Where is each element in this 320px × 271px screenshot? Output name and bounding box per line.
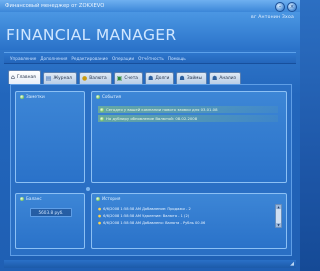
status-bar: [4, 260, 296, 268]
events-box: События Сегодня у вашей компании нового …: [91, 91, 287, 183]
tab-debts[interactable]: ☗ Долги: [144, 72, 175, 84]
app-header: вг Антонин Зхоа FINANCIAL MANAGER: [0, 12, 300, 50]
debts-icon: ☗: [147, 74, 154, 82]
events-header: События: [96, 94, 121, 99]
events-title: События: [102, 94, 122, 99]
close-button[interactable]: ×: [287, 2, 297, 12]
home-panel: Заметки События Сегодня у вашей компании…: [10, 84, 292, 256]
event-item[interactable]: Сегодня у вашей компании нового заявки д…: [98, 106, 278, 113]
history-item: 6/6/2008 1:58:58 AM Добавление: Продажи …: [98, 206, 191, 213]
currency-icon: ●: [81, 74, 88, 82]
accounts-icon: ▣: [116, 74, 123, 82]
history-box: История 6/6/2008 1:58:58 AM Добавление: …: [91, 193, 287, 249]
history-header: История: [96, 196, 120, 201]
tab-label: Долги: [155, 76, 170, 81]
tab-label: Главная: [16, 75, 36, 80]
tab-accounts[interactable]: ▣ Счета: [113, 72, 143, 84]
history-item: 6/6/2008 1:58:58 AM Удаление: Валюта - 1…: [98, 213, 189, 220]
tab-analysis[interactable]: ☗ Анализ: [208, 72, 241, 84]
event-item[interactable]: На дублиру обновление Валютой: 08.02.200…: [98, 115, 278, 122]
scroll-down-icon[interactable]: ▼: [276, 223, 281, 227]
tab-label: Счета: [124, 76, 138, 81]
menu-item-help[interactable]: Помощь: [168, 53, 186, 63]
loans-icon: ☗: [179, 74, 185, 82]
tab-home[interactable]: ⌂ Главная: [8, 70, 41, 84]
history-item: 6/6/2008 1:58:58 AM Добавлено: Валюта - …: [98, 220, 205, 227]
tab-label: Журнал: [53, 76, 72, 81]
resize-grip-icon[interactable]: ◢: [290, 261, 294, 267]
events-icon: [96, 94, 100, 99]
app-window: Финансовый менеджер от ZOKXEVO – × вг Ан…: [0, 0, 300, 271]
menu-item-manage[interactable]: Управление: [10, 53, 36, 63]
minimize-button[interactable]: –: [275, 2, 285, 12]
tab-label: Анализ: [219, 76, 236, 81]
menu-item-reports[interactable]: Отчётность: [138, 53, 164, 63]
menu-bar: Управление Дополнения Редактирование Опе…: [4, 52, 296, 64]
home-icon: ⌂: [11, 73, 15, 81]
notes-header: Заметки: [20, 94, 45, 99]
balance-icon: [20, 196, 24, 201]
menu-item-operations[interactable]: Операции: [112, 53, 134, 63]
menu-item-addons[interactable]: Дополнения: [40, 53, 67, 63]
balance-title: Баланс: [26, 196, 42, 201]
window-title: Финансовый менеджер от ZOKXEVO: [5, 3, 105, 9]
history-title: История: [102, 196, 121, 201]
app-title: FINANCIAL MANAGER: [6, 26, 177, 44]
scroll-up-icon[interactable]: ▲: [276, 205, 281, 209]
tab-currency[interactable]: ● Валюта: [78, 72, 112, 84]
notes-title: Заметки: [26, 94, 45, 99]
tab-strip: ⌂ Главная ▤ Журнал ● Валюта ▣ Счета ☗ До…: [8, 70, 241, 84]
panel-splitter-handle[interactable]: [86, 187, 90, 191]
history-scrollbar[interactable]: ▲ ▼: [275, 204, 282, 228]
notes-box: Заметки: [15, 91, 85, 183]
notes-icon: [20, 94, 24, 99]
tab-label: Займы: [186, 76, 202, 81]
title-bar: Финансовый менеджер от ZOKXEVO – ×: [0, 0, 300, 12]
tab-label: Валюта: [89, 76, 107, 81]
window-controls: – ×: [275, 2, 297, 12]
balance-value: 5603.8 руб.: [30, 208, 72, 217]
journal-icon: ▤: [45, 74, 52, 82]
user-name: вг Антонин Зхоа: [251, 15, 294, 20]
menu-item-edit[interactable]: Редактирование: [71, 53, 108, 63]
balance-box: Баланс 5603.8 руб.: [15, 193, 85, 249]
balance-header: Баланс: [20, 196, 42, 201]
tab-loans[interactable]: ☗ Займы: [176, 72, 207, 84]
analysis-icon: ☗: [211, 74, 218, 82]
tab-journal[interactable]: ▤ Журнал: [42, 72, 77, 84]
history-icon: [96, 196, 100, 201]
